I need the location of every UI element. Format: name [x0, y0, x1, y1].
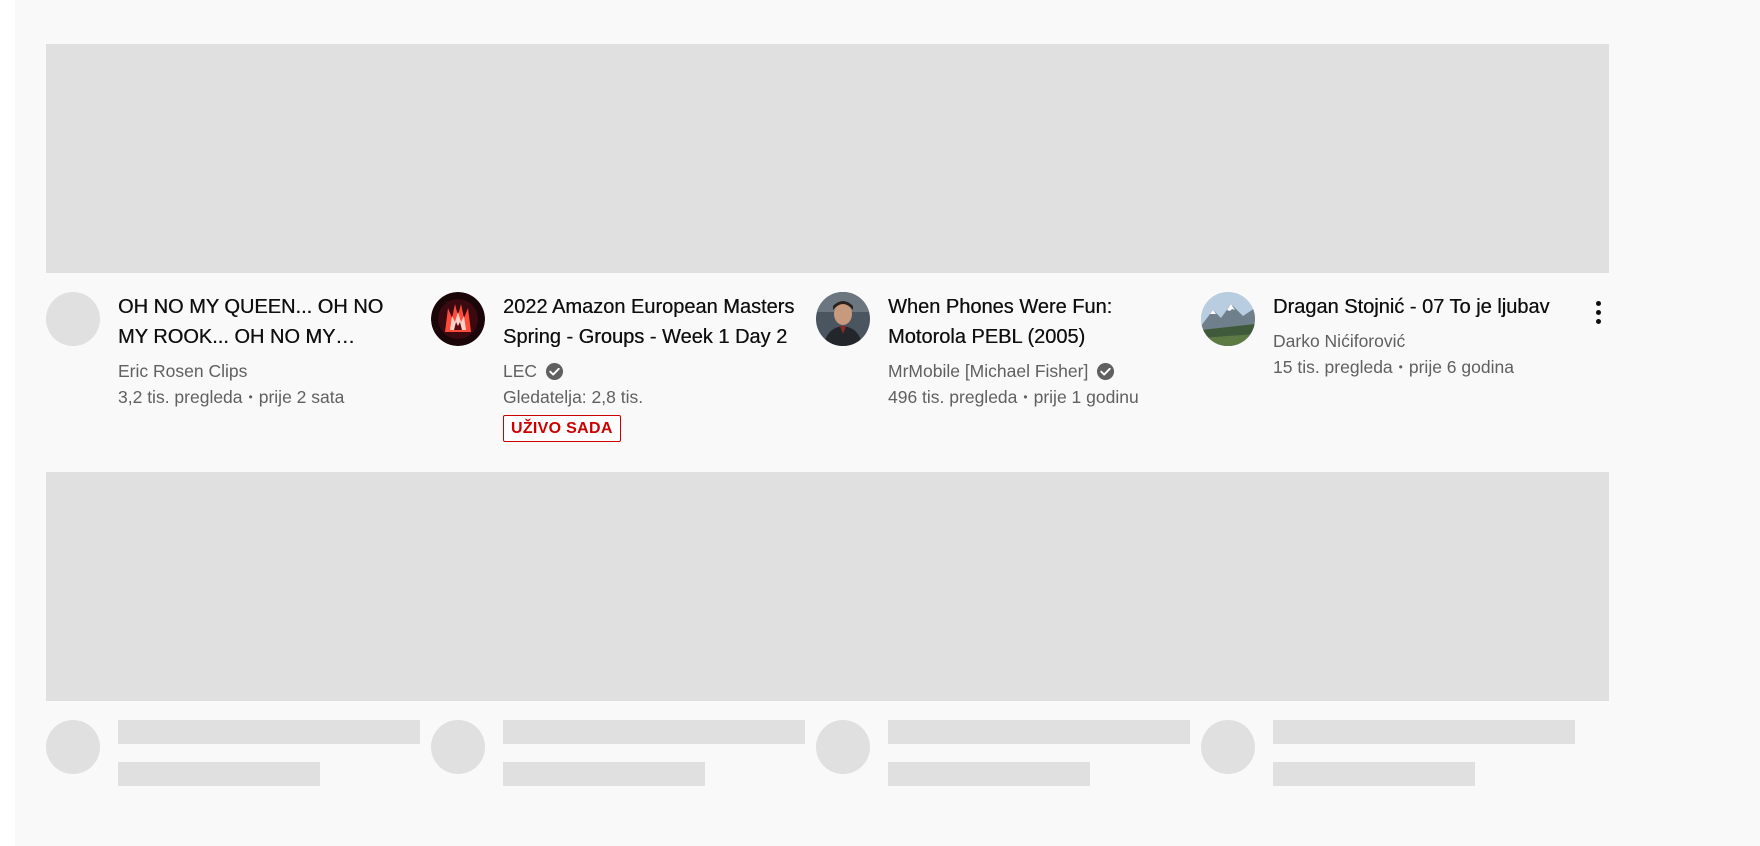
video-stats: 496 tis. pregleda • prije 1 godinu	[888, 384, 1188, 412]
channel-name-row: MrMobile [Michael Fisher]	[888, 358, 1188, 384]
separator-dot: •	[248, 390, 253, 404]
video-meta: 2022 Amazon European Masters Spring - Gr…	[503, 292, 803, 442]
video-meta: When Phones Were Fun: Motorola PEBL (200…	[888, 292, 1188, 412]
skeleton-meta-line	[888, 762, 1090, 786]
view-count: 15 tis. pregleda	[1273, 357, 1393, 377]
channel-name-row: LEC	[503, 358, 803, 384]
video-thumbnail[interactable]	[816, 44, 1224, 273]
video-title[interactable]: OH NO MY QUEEN... OH NO MY ROOK... OH NO…	[118, 292, 418, 352]
skeleton-title-line	[503, 720, 805, 744]
skeleton-avatar	[816, 720, 870, 774]
channel-name[interactable]: Darko Nićiforović	[1273, 328, 1405, 354]
skeleton-meta-line	[1273, 762, 1475, 786]
verified-check-icon	[545, 362, 564, 380]
skeleton-thumbnail	[46, 472, 454, 701]
skeleton-avatar	[1201, 720, 1255, 774]
channel-name[interactable]: LEC	[503, 358, 537, 384]
upload-age: prije 6 godina	[1408, 357, 1514, 377]
video-stats: 15 tis. pregleda • prije 6 godina	[1273, 354, 1573, 382]
video-thumbnail[interactable]	[46, 44, 454, 273]
live-now-badge: UŽIVO SADA	[503, 415, 621, 442]
channel-avatar[interactable]	[46, 292, 100, 346]
video-grid: OH NO MY QUEEN... OH NO MY ROOK... OH NO…	[15, 0, 1760, 846]
channel-name[interactable]: MrMobile [Michael Fisher]	[888, 358, 1088, 384]
lec-logo-icon[interactable]	[431, 292, 485, 346]
video-meta: Dragan Stojnić - 07 To je ljubav Darko N…	[1273, 292, 1573, 382]
video-thumbnail[interactable]	[431, 44, 839, 273]
upload-age: prije 1 godinu	[1033, 387, 1139, 407]
video-title[interactable]: When Phones Were Fun: Motorola PEBL (200…	[888, 292, 1188, 352]
separator-dot: •	[1023, 390, 1028, 404]
video-title[interactable]: 2022 Amazon European Masters Spring - Gr…	[503, 292, 803, 352]
upload-age: prije 2 sata	[258, 387, 345, 407]
verified-check-icon	[1097, 362, 1115, 380]
channel-name-row: Darko Nićiforović	[1273, 328, 1573, 354]
channel-name-row: Eric Rosen Clips	[118, 358, 418, 384]
more-vertical-icon[interactable]	[1581, 294, 1615, 330]
channel-name[interactable]: Eric Rosen Clips	[118, 358, 247, 384]
skeleton-thumbnail	[1201, 472, 1609, 701]
video-meta: OH NO MY QUEEN... OH NO MY ROOK... OH NO…	[118, 292, 418, 412]
skeleton-meta-line	[118, 762, 320, 786]
skeleton-title-line	[888, 720, 1190, 744]
skeleton-avatar	[431, 720, 485, 774]
video-title[interactable]: Dragan Stojnić - 07 To je ljubav	[1273, 292, 1573, 322]
skeleton-title-line	[118, 720, 420, 744]
person-avatar[interactable]	[816, 292, 870, 346]
mountain-landscape-avatar[interactable]	[1201, 292, 1255, 346]
separator-dot: •	[1398, 360, 1403, 374]
skeleton-title-line	[1273, 720, 1575, 744]
skeleton-meta-line	[503, 762, 705, 786]
video-stats: 3,2 tis. pregleda • prije 2 sata	[118, 384, 418, 412]
viewer-count: Gledatelja: 2,8 tis.	[503, 387, 644, 407]
skeleton-thumbnail	[431, 472, 839, 701]
skeleton-thumbnail	[816, 472, 1224, 701]
view-count: 3,2 tis. pregleda	[118, 387, 243, 407]
skeleton-avatar	[46, 720, 100, 774]
view-count: 496 tis. pregleda	[888, 387, 1018, 407]
video-thumbnail[interactable]	[1201, 44, 1609, 273]
